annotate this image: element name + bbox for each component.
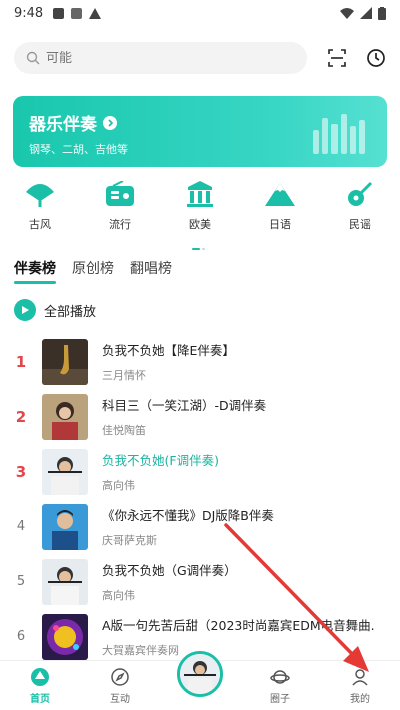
search-row <box>14 42 386 74</box>
category-minyao[interactable]: 民谣 <box>320 178 400 240</box>
instrument-decoration <box>313 114 366 154</box>
notification-icon <box>53 7 65 19</box>
scan-icon <box>328 49 346 67</box>
song-artist: 佳悦陶笛 <box>102 424 146 437</box>
bottom-nav: 首页 互动 圈子 我的 <box>0 651 400 710</box>
song-artist: 高向伟 <box>102 589 135 602</box>
song-artist: 高向伟 <box>102 479 135 492</box>
category-label: 日语 <box>269 218 291 231</box>
wifi-icon <box>340 8 354 19</box>
cover-image <box>42 503 88 550</box>
nav-mine-label: 我的 <box>350 693 370 705</box>
status-time: 9:48 <box>14 5 44 21</box>
status-bar: 9:48 <box>0 0 400 26</box>
scan-button[interactable] <box>324 45 350 71</box>
rank-number: 5 <box>16 574 26 589</box>
nav-player[interactable] <box>160 651 240 710</box>
nav-home-label: 首页 <box>30 693 50 705</box>
song-row[interactable]: 1 负我不负她【降E伴奏】 三月情怀 <box>0 334 400 389</box>
cover-image <box>42 393 88 440</box>
rank-number: 3 <box>15 462 27 481</box>
nav-circle-label: 圈子 <box>270 693 290 705</box>
user-icon <box>350 667 370 687</box>
song-info: 负我不负她(F调伴奏) 高向伟 <box>102 450 219 493</box>
history-button[interactable] <box>363 45 389 71</box>
category-gufeng[interactable]: 古风 <box>0 178 80 240</box>
planet-icon <box>270 667 290 687</box>
rank-number: 4 <box>16 519 26 534</box>
nav-interact[interactable]: 互动 <box>80 661 160 710</box>
signal-icon <box>360 7 372 19</box>
song-title: 负我不负她【降E伴奏】 <box>102 343 235 358</box>
song-row[interactable]: 5 负我不负她（G调伴奏） 高向伟 <box>0 554 400 609</box>
song-row[interactable]: 4 《你永远不懂我》DJ版降B伴奏 庆哥萨克斯 <box>0 499 400 554</box>
chevron-right-icon <box>103 115 117 130</box>
song-info: 科目三（一笑江湖）-D调伴奏 佳悦陶笛 <box>102 395 266 438</box>
song-info: 负我不负她（G调伴奏） 高向伟 <box>102 560 237 603</box>
home-icon <box>30 667 50 687</box>
rank-number: 2 <box>15 407 27 426</box>
song-list: 1 负我不负她【降E伴奏】 三月情怀 2 科目三（一笑江湖）-D调伴奏 佳悦陶笛… <box>0 334 400 664</box>
search-icon <box>26 51 40 65</box>
category-liuxing[interactable]: 流行 <box>80 178 160 240</box>
play-all-button[interactable]: 全部播放 <box>14 299 96 321</box>
nav-mine[interactable]: 我的 <box>320 661 400 710</box>
category-label: 欧美 <box>189 218 211 231</box>
search-box[interactable] <box>14 42 307 74</box>
category-label: 古风 <box>29 218 51 231</box>
song-title: 负我不负她(F调伴奏) <box>102 453 219 468</box>
cover-image <box>42 338 88 385</box>
rank-number: 1 <box>15 352 27 371</box>
category-label: 民谣 <box>349 218 371 231</box>
app-notification-icon <box>71 7 83 19</box>
category-label: 流行 <box>109 218 131 231</box>
song-artist: 三月情怀 <box>102 369 146 382</box>
now-playing-disc[interactable] <box>177 651 223 697</box>
nav-circle[interactable]: 圈子 <box>240 661 320 710</box>
columns-icon <box>184 178 216 210</box>
song-row[interactable]: 3 负我不负她(F调伴奏) 高向伟 <box>0 444 400 499</box>
compass-icon <box>110 667 130 687</box>
tab-original[interactable]: 原创榜 <box>72 258 114 284</box>
cover-image <box>42 558 88 605</box>
song-title: 负我不负她（G调伴奏） <box>102 563 237 578</box>
battery-icon <box>378 6 386 20</box>
search-input[interactable] <box>46 50 266 66</box>
rank-number: 6 <box>16 629 26 644</box>
nav-interact-label: 互动 <box>110 693 130 705</box>
song-artist: 庆哥萨克斯 <box>102 534 157 547</box>
category-page-indicator <box>192 235 208 250</box>
category-oumei[interactable]: 欧美 <box>160 178 240 240</box>
song-artist: 大賀嘉宾伴奏网 <box>102 644 179 657</box>
banner-title: 器乐伴奏 <box>29 115 97 135</box>
song-title: A版一句先苦后甜（2023时尚嘉宾EDM电音舞曲... <box>102 618 374 633</box>
play-all-label: 全部播放 <box>44 304 97 320</box>
category-riyu[interactable]: 日语 <box>240 178 320 240</box>
guitar-icon <box>344 178 376 210</box>
nav-home[interactable]: 首页 <box>0 661 80 710</box>
mountain-icon <box>264 178 296 210</box>
alert-icon <box>89 7 102 19</box>
song-title: 科目三（一笑江湖）-D调伴奏 <box>102 398 267 413</box>
instrumental-banner[interactable]: 器乐伴奏 钢琴、二胡、吉他等 <box>13 96 387 167</box>
play-icon <box>14 299 36 321</box>
tab-accompaniment[interactable]: 伴奏榜 <box>14 258 56 284</box>
fan-icon <box>24 178 56 210</box>
song-info: A版一句先苦后甜（2023时尚嘉宾EDM电音舞曲... 大賀嘉宾伴奏网 <box>102 615 374 658</box>
cover-image <box>42 613 88 660</box>
song-row[interactable]: 2 科目三（一笑江湖）-D调伴奏 佳悦陶笛 <box>0 389 400 444</box>
song-info: 《你永远不懂我》DJ版降B伴奏 庆哥萨克斯 <box>102 505 274 548</box>
radio-icon <box>104 178 136 210</box>
song-info: 负我不负她【降E伴奏】 三月情怀 <box>102 340 235 383</box>
banner-title-wrap: 器乐伴奏 <box>29 110 117 135</box>
song-title: 《你永远不懂我》DJ版降B伴奏 <box>102 508 274 523</box>
category-row: 古风 流行 欧美 日语 民谣 <box>0 178 400 240</box>
chart-tabs: 伴奏榜 原创榜 翻唱榜 <box>14 258 172 284</box>
clock-icon <box>367 49 385 67</box>
tab-cover[interactable]: 翻唱榜 <box>130 258 172 284</box>
banner-subtitle: 钢琴、二胡、吉他等 <box>29 143 128 156</box>
cover-image <box>42 448 88 495</box>
